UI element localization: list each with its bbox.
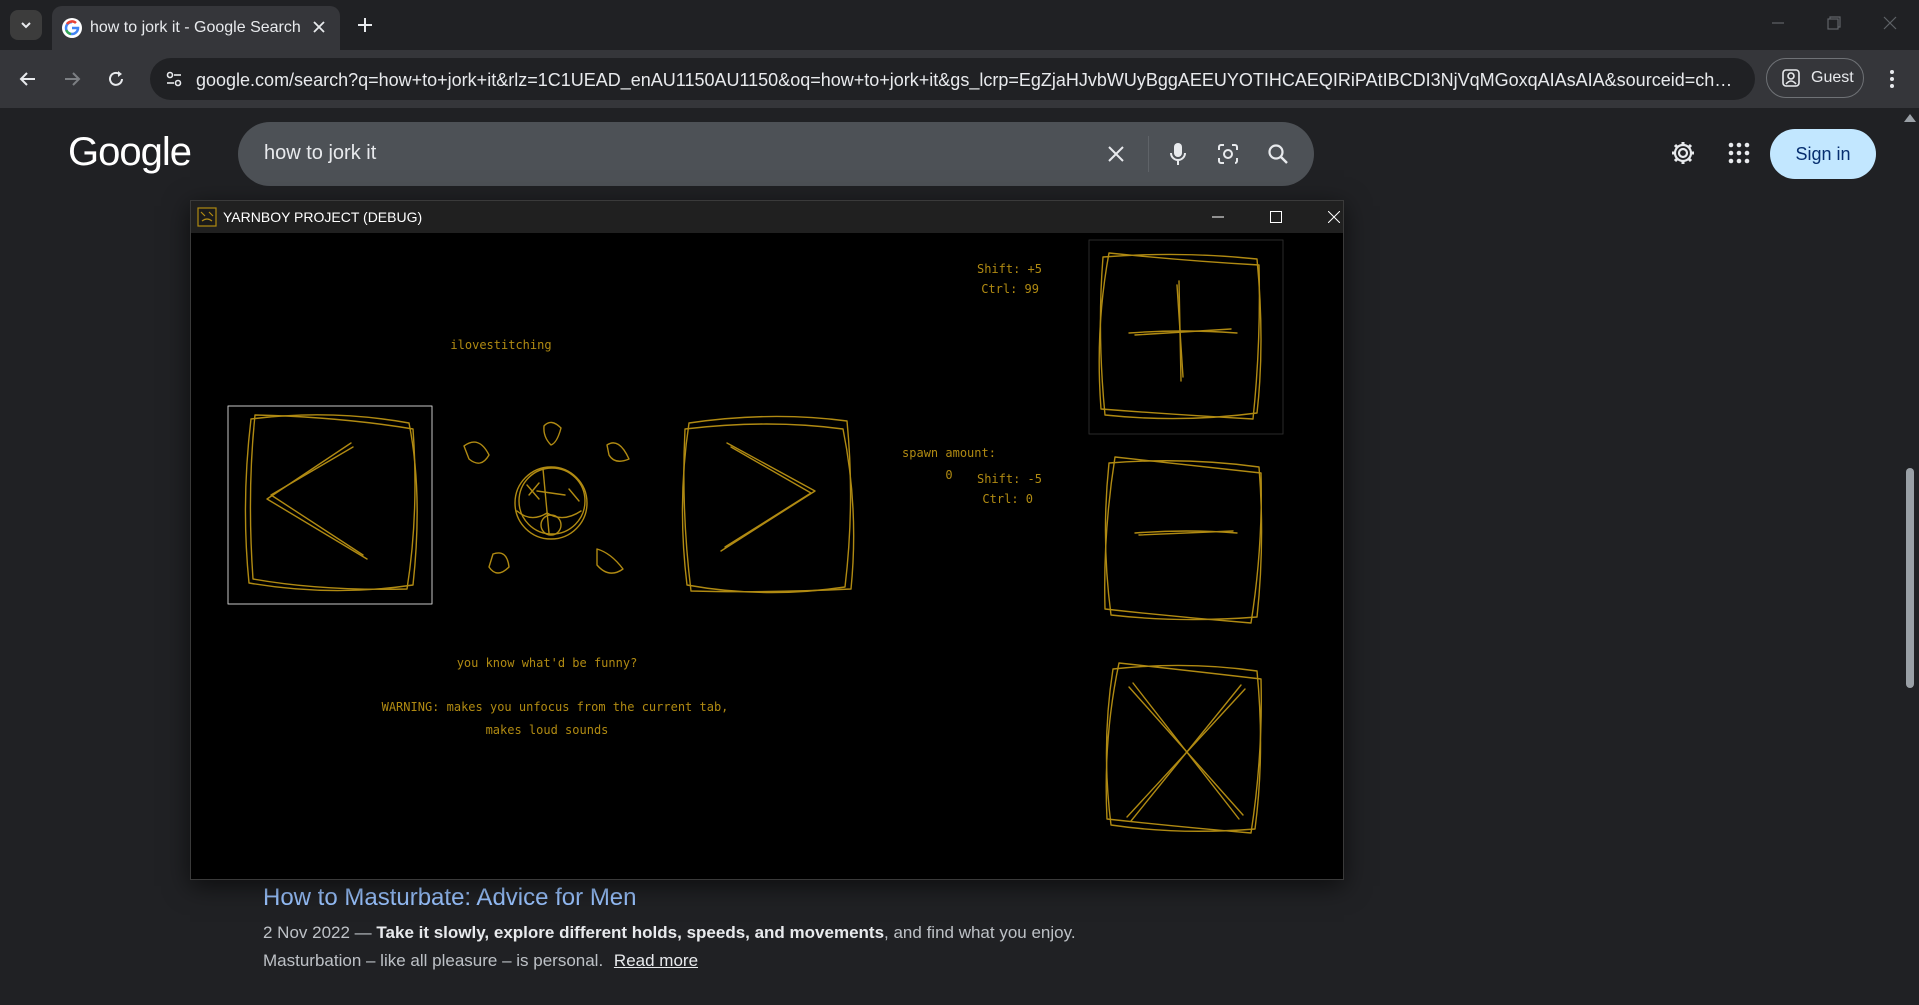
plus-ctrl-hint: Ctrl: 99 — [981, 282, 1039, 296]
plus-icon — [358, 18, 372, 32]
restore-icon — [1827, 16, 1841, 30]
game-maximize-button[interactable] — [1253, 202, 1299, 232]
page-scrollbar[interactable] — [1900, 108, 1919, 1005]
close-icon — [313, 21, 325, 33]
tab-active[interactable]: how to jork it - Google Search — [52, 6, 340, 50]
result-snippet: 2 Nov 2022 — Take it slowly, explore dif… — [263, 919, 1083, 975]
restore-window-button[interactable] — [1814, 8, 1854, 38]
increase-spawn-button[interactable] — [1088, 239, 1284, 435]
minus-ctrl-hint: Ctrl: 0 — [982, 492, 1033, 506]
profile-button[interactable]: Guest — [1766, 58, 1864, 98]
close-icon — [1328, 211, 1340, 223]
clear-search-button[interactable] — [1100, 138, 1132, 170]
funny-text: you know what'd be funny? — [457, 656, 638, 670]
lens-search-button[interactable] — [1212, 138, 1244, 170]
minimize-icon — [1212, 216, 1224, 218]
warning-line-2: makes loud sounds — [486, 723, 609, 737]
close-icon — [1108, 146, 1124, 162]
new-tab-button[interactable] — [350, 10, 380, 40]
close-icon — [1883, 16, 1897, 30]
chevron-down-icon — [21, 22, 31, 29]
browser-menu-button[interactable] — [1878, 63, 1906, 95]
forward-button[interactable] — [56, 63, 88, 95]
quit-button[interactable] — [1105, 662, 1262, 834]
arrow-left-icon — [19, 72, 35, 86]
voice-search-button[interactable] — [1162, 138, 1194, 170]
gear-icon — [1672, 142, 1694, 164]
reload-icon — [109, 71, 123, 86]
search-box[interactable]: how to jork it — [238, 122, 1314, 186]
decrease-spawn-button[interactable] — [1104, 456, 1263, 624]
url-text[interactable]: google.com/search?q=how+to+jork+it&rlz=1… — [196, 70, 1736, 91]
minimize-icon — [1772, 22, 1784, 24]
search-input[interactable]: how to jork it — [264, 142, 376, 165]
result-snippet-bold: Take it slowly, explore different holds,… — [376, 923, 885, 942]
google-favicon-icon — [62, 18, 82, 38]
maximize-icon — [1270, 211, 1282, 223]
tune-icon — [166, 71, 182, 87]
site-info-button[interactable] — [162, 67, 186, 91]
close-window-button[interactable] — [1870, 8, 1910, 38]
game-minimize-button[interactable] — [1195, 202, 1241, 232]
chevron-right-icon — [720, 442, 816, 552]
minus-shift-hint: Shift: -5 — [977, 472, 1042, 486]
apps-grid-icon — [1728, 142, 1750, 164]
result-title-link[interactable]: How to Masturbate: Advice for Men — [263, 884, 637, 912]
more-vert-icon — [1890, 70, 1894, 88]
tab-strip: how to jork it - Google Search — [0, 0, 1919, 50]
browser-toolbar: google.com/search?q=how+to+jork+it&rlz=1… — [0, 50, 1919, 108]
right-arrow-button[interactable] — [681, 415, 855, 594]
left-arrow-button[interactable] — [227, 405, 433, 605]
game-close-button[interactable] — [1311, 202, 1357, 232]
search-icon — [1268, 144, 1288, 164]
yarnboy-app-icon — [197, 207, 217, 227]
microphone-icon — [1170, 143, 1186, 165]
arrow-right-icon — [65, 72, 81, 86]
google-logo[interactable]: Google — [68, 130, 192, 175]
profile-label: Guest — [1811, 69, 1854, 86]
scroll-thumb[interactable] — [1906, 468, 1914, 688]
search-divider — [1148, 136, 1149, 172]
game-window-title: YARNBOY PROJECT (DEBUG) — [223, 209, 423, 225]
address-bar[interactable]: google.com/search?q=how+to+jork+it&rlz=1… — [150, 58, 1755, 100]
spawn-amount-label: spawn amount: — [902, 446, 996, 460]
search-submit-button[interactable] — [1262, 138, 1294, 170]
camera-lens-icon — [1218, 144, 1238, 164]
scroll-up-arrow-icon[interactable] — [1904, 114, 1916, 122]
plus-shift-hint: Shift: +5 — [977, 262, 1042, 276]
result-date: 2 Nov 2022 — — [263, 923, 377, 942]
label-ilovestitching: ilovestitching — [450, 338, 551, 352]
settings-button[interactable] — [1666, 136, 1700, 170]
minimize-window-button[interactable] — [1758, 8, 1798, 38]
google-apps-button[interactable] — [1722, 136, 1756, 170]
guest-profile-icon — [1782, 69, 1800, 87]
plus-icon — [1128, 280, 1238, 382]
spawn-amount-value: 0 — [945, 468, 952, 482]
tab-search-button[interactable] — [10, 10, 42, 40]
reload-button[interactable] — [100, 63, 132, 95]
sign-in-button[interactable]: Sign in — [1770, 129, 1876, 179]
back-button[interactable] — [12, 63, 44, 95]
game-canvas[interactable]: ilovestitching Shift: +5 Ctrl: 99 spawn … — [191, 233, 1343, 879]
game-window: YARNBOY PROJECT (DEBUG) ilovestitching S… — [190, 200, 1344, 880]
chevron-left-icon — [266, 442, 368, 560]
tab-title: how to jork it - Google Search — [90, 19, 301, 36]
yarnboy-character[interactable] — [463, 421, 630, 574]
read-more-link[interactable]: Read more — [614, 951, 698, 970]
warning-line-1: WARNING: makes you unfocus from the curr… — [382, 700, 729, 714]
tab-close-button[interactable] — [308, 16, 330, 38]
game-window-titlebar[interactable]: YARNBOY PROJECT (DEBUG) — [191, 201, 1343, 233]
